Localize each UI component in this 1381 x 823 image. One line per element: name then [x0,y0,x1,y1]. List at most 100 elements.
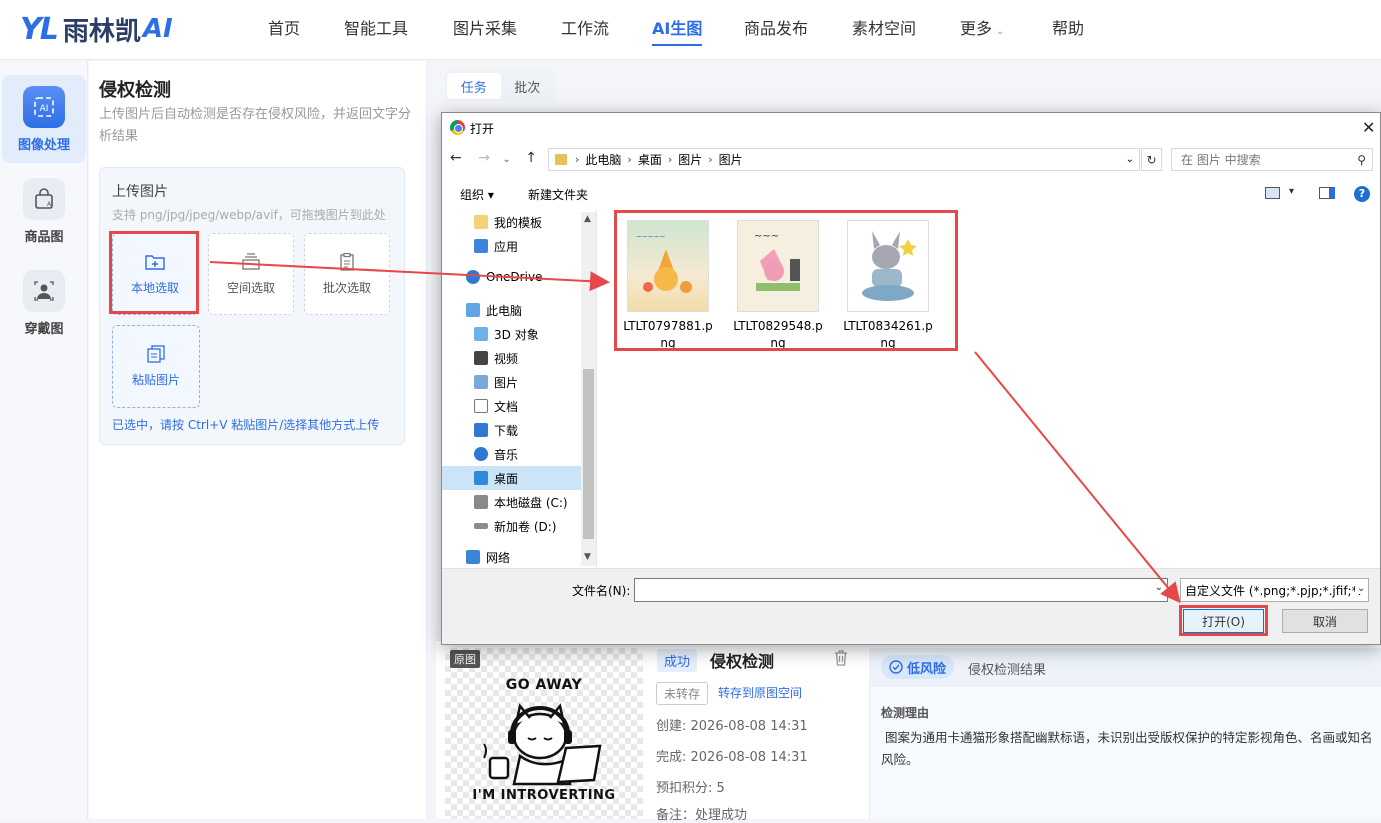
filename-label: 文件名(N): [572,584,631,598]
task-tabs: 任务 批次 [445,71,556,101]
tile-label: 批次选取 [322,280,371,295]
tree-label: 3D 对象 [494,327,539,342]
refresh-icon[interactable]: ↻ [1141,148,1162,171]
ai-image-icon: AI [23,85,65,128]
forward-arrow-icon[interactable]: → [478,150,490,166]
chevron-down-icon[interactable]: ⌄ [1155,582,1163,593]
tree-scroll-thumb[interactable] [583,369,594,539]
chevron-right-icon: › [667,153,673,166]
space-select-button[interactable]: 空间选取 [208,233,294,315]
help-icon[interactable]: ? [1354,186,1370,202]
rail-label: 穿戴图 [24,321,64,337]
nav-help[interactable]: 帮助 [1052,0,1084,60]
address-bar[interactable]: › 此电脑 › 桌面 › 图片 › 图片 ⌄ [548,148,1140,171]
paste-hint: 已选中，请按 Ctrl+V 粘贴图片/选择其他方式上传 [112,418,380,432]
app-logo[interactable]: YL 雨林凯 AI [20,11,173,47]
tree-label: 网络 [486,550,511,565]
risk-level-label: 低风险 [907,661,947,677]
network-icon [466,550,480,564]
up-arrow-icon[interactable]: ↑ [525,150,537,166]
tree-label: 视频 [494,351,519,366]
nav-more[interactable]: 更多 ⌄ [960,0,1004,60]
desktop-icon [474,471,488,485]
scroll-up-icon[interactable]: ▲ [584,214,591,224]
svg-text:AI: AI [40,104,49,114]
nav-workflow[interactable]: 工作流 [561,0,609,60]
tree-label: OneDrive [486,270,543,284]
original-tag: 原图 [450,650,480,668]
music-icon [474,447,488,461]
breadcrumb-desktop[interactable]: 桌面 [638,151,662,168]
logo-mark: YL [20,11,59,47]
highlight-box [109,231,199,314]
paste-image-button[interactable]: 粘贴图片 [112,325,200,408]
reason-label: 检测理由 [881,706,930,720]
nav-product-publish[interactable]: 商品发布 [744,0,808,60]
rail-label: 商品图 [24,229,64,245]
logo-ai: AI [142,14,173,44]
chevron-down-icon[interactable]: ⌄ [1355,583,1366,594]
drive-icon [474,523,488,529]
risk-level-badge: 低风险 [881,655,955,679]
nav-material-space[interactable]: 素材空间 [852,0,916,60]
rail-product-image[interactable]: AI 商品图 [2,167,86,255]
back-arrow-icon[interactable]: ← [450,150,462,166]
preview-pane-icon[interactable] [1319,187,1335,199]
trash-icon[interactable] [834,650,848,666]
nav-home[interactable]: 首页 [268,0,300,60]
result-title: 侵权检测 [710,652,775,671]
tab-tasks[interactable]: 任务 [447,73,501,99]
upload-subtitle: 支持 png/jpg/jpeg/webp/avif，可拖拽图片到此处 [112,208,386,222]
cloud-icon [466,270,480,284]
tab-batches[interactable]: 批次 [501,73,555,99]
panel-title: 侵权检测 [99,80,171,101]
chrome-icon [450,120,465,135]
cube-icon [474,327,488,341]
cancel-button[interactable]: 取消 [1282,609,1368,633]
scroll-down-icon[interactable]: ▼ [584,552,591,562]
panel-description: 上传图片后自动检测是否存在侵权风险，并返回文字分析结果 [99,107,412,144]
copy-icon [147,345,165,363]
tree-label: 下载 [494,423,519,438]
breadcrumb-pictures-sub[interactable]: 图片 [719,151,743,168]
recent-dropdown-icon[interactable]: ⌄ [502,154,510,165]
close-icon[interactable]: ✕ [1362,118,1375,137]
unsaved-badge: 未转存 [656,682,709,705]
tree-label: 音乐 [494,447,519,462]
tree-label: 此电脑 [486,303,523,318]
check-circle-icon [889,660,903,674]
nav-smart-tools[interactable]: 智能工具 [344,0,408,60]
breadcrumb-this-pc[interactable]: 此电脑 [585,151,621,168]
tree-label: 文档 [494,399,519,414]
save-to-space-link[interactable]: 转存到原图空间 [718,684,802,701]
picture-icon [474,375,488,389]
rail-label: 图像处理 [17,137,70,153]
person-icon [23,269,65,312]
rail-image-processing[interactable]: AI 图像处理 [2,75,86,163]
chevron-right-icon: › [708,153,713,166]
svg-text:AI: AI [47,201,53,208]
tree-item-desktop[interactable]: 桌面 [442,466,581,490]
computer-icon [466,303,480,317]
drive-icon [474,495,488,509]
new-folder-button[interactable]: 新建文件夹 [528,186,588,203]
nav-image-collect[interactable]: 图片采集 [453,0,517,60]
logo-name: 雨林凯 [62,16,141,47]
nav-ai-generate[interactable]: AI生图 [652,0,703,60]
tree-label: 应用 [494,239,519,254]
reason-text: 图案为通用卡通猫形象搭配幽默标语，未识别出受版权保护的特定影视角色、名画或知名风… [881,730,1373,767]
file-type-select[interactable]: 自定义文件 (*.png;*.pjp;*.jfif;*. [1180,578,1369,602]
filename-input[interactable]: ⌄ [634,578,1168,602]
image-text-top: GO AWAY [505,677,583,693]
cat-illustration [483,703,602,786]
chevron-down-icon[interactable]: ⌄ [1126,154,1134,165]
chevron-right-icon: › [627,153,632,166]
batch-select-button[interactable]: 批次选取 [304,233,390,315]
rail-wear-image[interactable]: 穿戴图 [2,259,86,347]
view-mode-icon[interactable] [1265,187,1280,199]
chevron-down-icon[interactable]: ▾ [1289,186,1294,197]
organize-menu[interactable]: 组织 ▾ [460,186,494,203]
apps-icon [474,239,488,253]
search-input[interactable]: 在 图片 中搜索 ⚲ [1171,148,1373,171]
breadcrumb-pictures[interactable]: 图片 [678,151,702,168]
